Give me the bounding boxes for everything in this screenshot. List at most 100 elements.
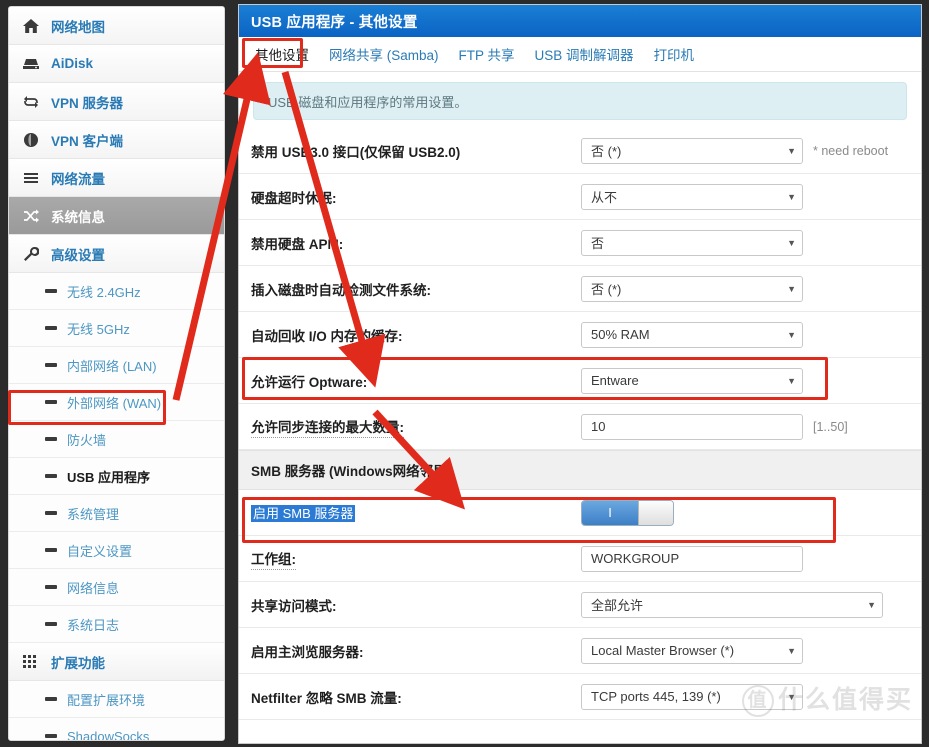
toggle-knob (638, 500, 673, 525)
sidebar-item-label: 网络流量 (51, 171, 105, 187)
sidebar-item-vpn-client[interactable]: VPN 客户端 (9, 121, 224, 159)
sidebar-item-label: 扩展功能 (51, 655, 105, 671)
sidebar-item-aidisk[interactable]: AiDisk (9, 45, 224, 83)
page-root: 网络地图 AiDisk VPN 服务器 VPN 客户端 网络流量 系统信息 高级… (0, 0, 929, 747)
dash-icon (45, 400, 57, 404)
page-title: USB 应用程序 - 其他设置 (239, 5, 921, 37)
row-disk-spindown: 硬盘超时休眠: 从不 ▼ (239, 174, 921, 220)
chevron-down-icon: ▼ (787, 691, 796, 702)
workgroup-input[interactable]: WORKGROUP (581, 545, 803, 572)
dash-icon (45, 363, 57, 367)
sidebar-item-wireless-24[interactable]: 无线 2.4GHz (9, 273, 224, 310)
row-auto-fsck: 插入磁盘时自动检测文件系统: 否 (*) ▼ (239, 266, 921, 312)
row-share-access-mode: 共享访问模式: 全部允许 ▼ (239, 582, 921, 628)
row-label: 硬盘超时休眠: (251, 190, 337, 206)
smb-section-heading: SMB 服务器 (Windows网络邻居) (239, 450, 921, 490)
row-disable-apm: 禁用硬盘 APM: 否 ▼ (239, 220, 921, 266)
select-value: 从不 (591, 190, 618, 205)
optware-select[interactable]: Entware ▼ (581, 367, 803, 394)
row-max-connections: 允许同步连接的最大数量: 10 [1..50] (239, 404, 921, 450)
row-label: 自动回收 I/O 内存的缓存: (251, 328, 403, 344)
dash-icon (45, 585, 57, 589)
vpn-server-icon (23, 94, 45, 110)
disable-apm-select[interactable]: 否 ▼ (581, 229, 803, 256)
select-value: 否 (*) (591, 144, 622, 159)
chevron-down-icon: ▼ (787, 283, 796, 294)
io-cache-reclaim-select[interactable]: 50% RAM ▼ (581, 321, 803, 348)
sidebar-item-label: 防火墙 (67, 432, 107, 448)
tab-other-settings[interactable]: 其他设置 (247, 40, 317, 68)
sidebar-item-wireless-5g[interactable]: 无线 5GHz (9, 310, 224, 347)
info-banner: USB 磁盘和应用程序的常用设置。 (253, 82, 907, 120)
dash-icon (45, 548, 57, 552)
sidebar-item-lan[interactable]: 内部网络 (LAN) (9, 347, 224, 384)
row-label: 工作组: (251, 548, 296, 570)
chevron-down-icon: ▼ (787, 645, 796, 656)
sidebar-item-label: 系统信息 (51, 209, 105, 225)
row-optware: 允许运行 Optware: Entware ▼ (239, 358, 921, 404)
sidebar-item-label: 外部网络 (WAN) (67, 395, 162, 411)
dash-icon (45, 734, 57, 738)
row-label: 插入磁盘时自动检测文件系统: (251, 282, 431, 298)
sidebar-item-label: 系统日志 (67, 617, 120, 633)
sidebar-item-network-info[interactable]: 网络信息 (9, 569, 224, 606)
enable-smb-toggle[interactable]: I (581, 499, 674, 526)
tab-samba[interactable]: 网络共享 (Samba) (321, 40, 447, 68)
row-enable-smb: 启用 SMB 服务器 I (239, 490, 921, 536)
row-label: 允许同步连接的最大数量: (251, 416, 404, 438)
sidebar-item-system-info[interactable]: 系统信息 (9, 197, 224, 235)
tab-usb-modem[interactable]: USB 调制解调器 (527, 40, 642, 68)
auto-fsck-select[interactable]: 否 (*) ▼ (581, 275, 803, 302)
tab-ftp[interactable]: FTP 共享 (451, 40, 523, 68)
tab-printer[interactable]: 打印机 (646, 40, 703, 68)
chevron-down-icon: ▼ (787, 375, 796, 386)
master-browser-select[interactable]: Local Master Browser (*) ▼ (581, 637, 803, 664)
select-value: 全部允许 (591, 598, 644, 613)
sidebar-item-system-admin[interactable]: 系统管理 (9, 495, 224, 532)
row-master-browser: 启用主浏览服务器: Local Master Browser (*) ▼ (239, 628, 921, 674)
traffic-icon (23, 170, 45, 186)
globe-icon (23, 132, 45, 148)
sidebar-item-shadowsocks[interactable]: ShadowSocks (9, 718, 224, 741)
wrench-icon (23, 246, 45, 262)
tab-bar: 其他设置 网络共享 (Samba) FTP 共享 USB 调制解调器 打印机 (239, 37, 921, 72)
sidebar-item-label: 网络地图 (51, 19, 105, 35)
sidebar-item-firewall[interactable]: 防火墙 (9, 421, 224, 458)
select-value: TCP ports 445, 139 (*) (591, 689, 721, 704)
sidebar-item-system-log[interactable]: 系统日志 (9, 606, 224, 643)
dash-icon (45, 511, 57, 515)
sidebar-item-network-map[interactable]: 网络地图 (9, 7, 224, 45)
sidebar-item-network-traffic[interactable]: 网络流量 (9, 159, 224, 197)
sidebar-item-label: VPN 客户端 (51, 133, 124, 149)
need-reboot-hint: * need reboot (813, 143, 889, 158)
sidebar-group-extensions[interactable]: 扩展功能 (9, 643, 224, 681)
chevron-down-icon: ▼ (787, 145, 796, 156)
chevron-down-icon: ▼ (867, 599, 876, 610)
chevron-down-icon: ▼ (787, 237, 796, 248)
sidebar-item-vpn-server[interactable]: VPN 服务器 (9, 83, 224, 121)
sidebar-item-label: ShadowSocks (67, 728, 150, 741)
sidebar-item-label: 无线 2.4GHz (67, 284, 141, 300)
sidebar-item-advanced-settings[interactable]: 高级设置 (9, 235, 224, 273)
disk-spindown-select[interactable]: 从不 ▼ (581, 183, 803, 210)
sidebar-item-wan[interactable]: 外部网络 (WAN) (9, 384, 224, 421)
disable-usb3-select[interactable]: 否 (*) ▼ (581, 137, 803, 164)
max-connections-input[interactable]: 10 (581, 413, 803, 440)
row-workgroup: 工作组: WORKGROUP (239, 536, 921, 582)
sidebar-item-custom-settings[interactable]: 自定义设置 (9, 532, 224, 569)
sidebar-item-configure-extensions[interactable]: 配置扩展环境 (9, 681, 224, 718)
sidebar-item-label: 系统管理 (67, 506, 120, 522)
row-disable-usb3: 禁用 USB3.0 接口(仅保留 USB2.0) 否 (*) ▼ * need … (239, 128, 921, 174)
share-access-mode-select[interactable]: 全部允许 ▼ (581, 591, 883, 618)
sidebar-item-usb-application[interactable]: USB 应用程序 (9, 458, 224, 495)
sidebar-navigation: 网络地图 AiDisk VPN 服务器 VPN 客户端 网络流量 系统信息 高级… (8, 6, 225, 741)
enable-smb-label: 启用 SMB 服务器 (251, 505, 356, 522)
toggle-on-mark: I (582, 500, 638, 525)
chevron-down-icon: ▼ (787, 329, 796, 340)
dash-icon (45, 474, 57, 478)
netfilter-smb-select[interactable]: TCP ports 445, 139 (*) ▼ (581, 683, 803, 710)
sidebar-item-label: AiDisk (51, 56, 94, 71)
sidebar-item-label: VPN 服务器 (51, 95, 124, 111)
select-value: Entware (591, 373, 639, 388)
home-icon (23, 18, 45, 34)
